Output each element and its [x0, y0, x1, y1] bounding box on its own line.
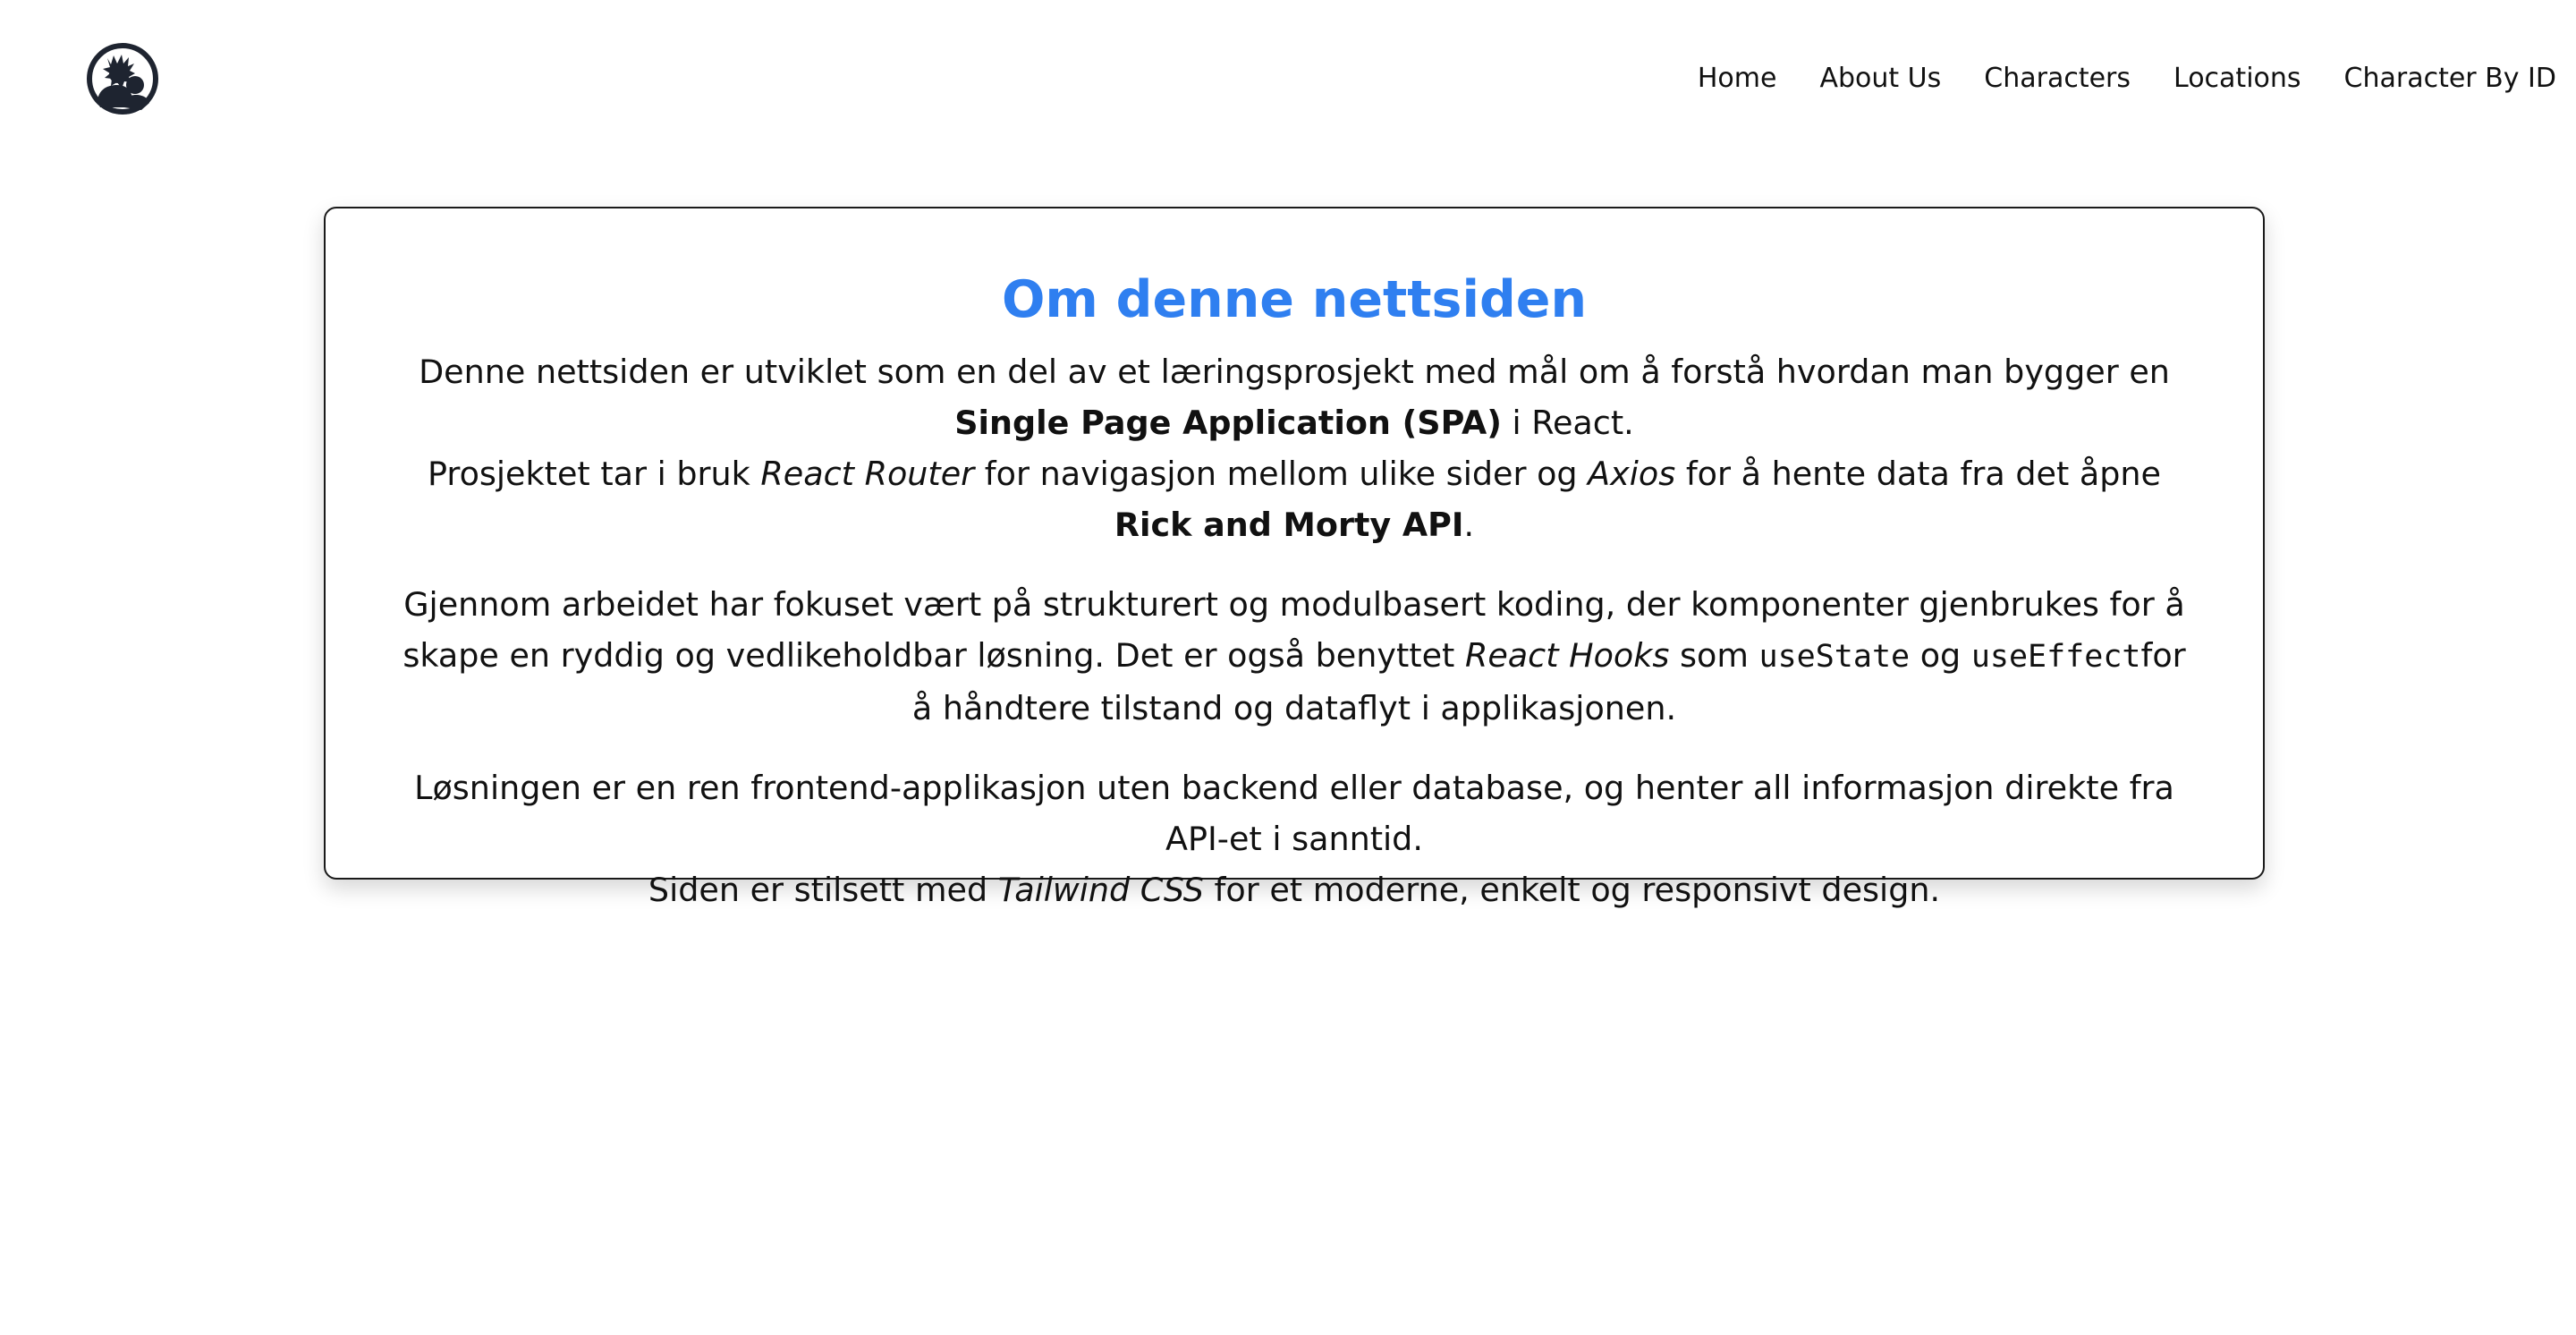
page-title: Om denne nettsiden — [1001, 270, 1588, 329]
navbar: Home About Us Characters Locations Chara… — [0, 0, 2576, 157]
p1-spa-tail: i React. — [1501, 404, 1634, 442]
p3-pre: Siden er stilsett med — [648, 871, 998, 909]
p1-axios: Axios — [1588, 455, 1676, 493]
p1-intro: Denne nettsiden er utviklet som en del a… — [419, 353, 2170, 391]
p2-usestate: useState — [1758, 639, 1911, 675]
nav-link-home[interactable]: Home — [1698, 61, 1777, 97]
p2-som: som — [1669, 636, 1759, 675]
p3-tailwind: Tailwind CSS — [997, 871, 1204, 909]
p1-spa: Single Page Application (SPA) — [954, 404, 1502, 442]
about-card: Om denne nettsiden Denne nettsiden er ut… — [324, 207, 2265, 909]
p1-react-router: React Router — [760, 455, 975, 493]
about-paragraph-2: Gjennom arbeidet har fokuset vært på str… — [397, 579, 2191, 734]
about-paragraph-1: Denne nettsiden er utviklet som en del a… — [397, 346, 2191, 550]
p1-axios-mid: for å hente data fra det åpne — [1675, 455, 2161, 493]
p3-post: for et moderne, enkelt og responsivt des… — [1203, 871, 1941, 909]
p3-line-1: Løsningen er en ren frontend-applikasjon… — [414, 769, 2174, 858]
about-paragraph-3: Løsningen er en ren frontend-applikasjon… — [397, 762, 2191, 915]
nav-link-characters[interactable]: Characters — [1984, 61, 2131, 97]
logo-icon[interactable] — [86, 42, 159, 115]
p2-useeffect: useEffect — [1970, 639, 2141, 675]
p1-api: Rick and Morty API — [1114, 506, 1464, 544]
p2-og: og — [1910, 636, 1971, 675]
p2-react-hooks: React Hooks — [1464, 636, 1670, 675]
p1-end: . — [1463, 506, 1475, 544]
p1-router-pre: Prosjektet tar i bruk — [428, 455, 761, 493]
p1-router-mid: for navigasjon mellom ulike sider og — [974, 455, 1589, 493]
nav-links: Home About Us Characters Locations Chara… — [1698, 61, 2556, 97]
nav-link-character-by-id[interactable]: Character By ID — [2344, 61, 2556, 97]
nav-link-locations[interactable]: Locations — [2174, 61, 2301, 97]
nav-link-about-us[interactable]: About Us — [1819, 61, 1941, 97]
